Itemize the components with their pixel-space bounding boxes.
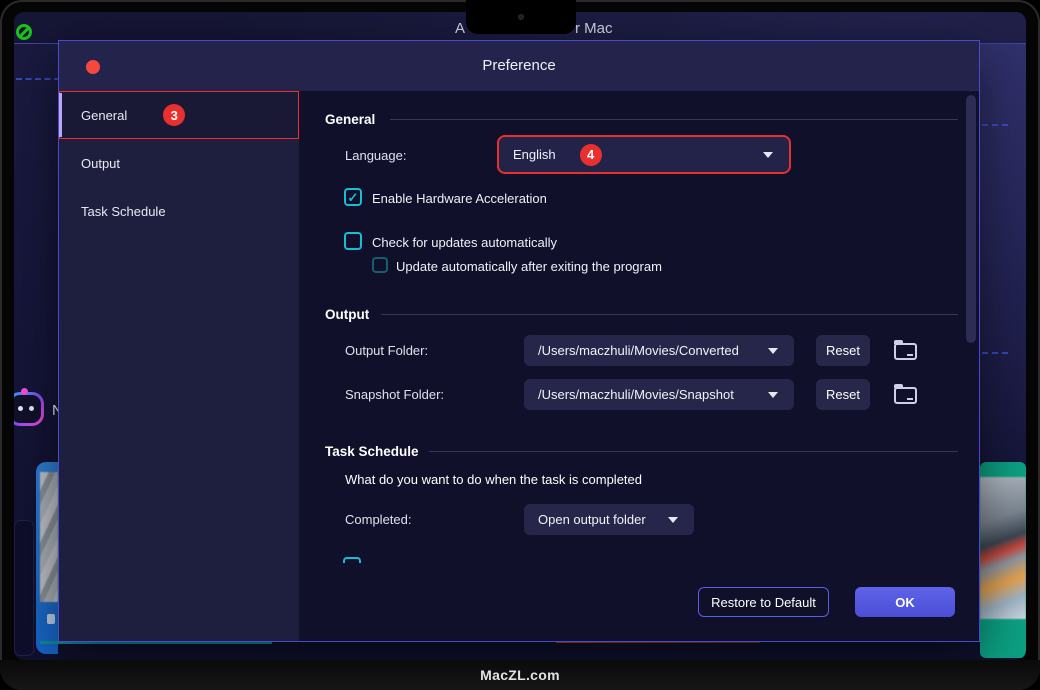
dialog-title: Preference <box>59 41 979 91</box>
app-screen: A r Mac N Preference <box>14 12 1026 660</box>
completed-dropdown[interactable]: Open output folder <box>524 504 694 535</box>
robot-face <box>14 395 41 423</box>
section-title-general: General <box>325 112 375 127</box>
robot-antenna <box>21 388 28 395</box>
app-title-fragment-left: A <box>455 20 465 37</box>
bottom-bezel: MacZL.com <box>0 660 1040 690</box>
output-folder-value: /Users/maczhuli/Movies/Converted <box>538 343 739 358</box>
background-video-card <box>36 462 58 654</box>
hardware-acceleration-checkbox[interactable]: ✓ <box>344 188 362 206</box>
output-folder-browse-button[interactable] <box>893 335 919 366</box>
status-green-icon <box>16 24 32 40</box>
chevron-down-icon <box>768 348 778 354</box>
folder-icon <box>894 387 917 404</box>
background-video-card <box>14 520 34 656</box>
snapshot-folder-reset-button[interactable]: Reset <box>816 379 870 410</box>
snapshot-folder-label: Snapshot Folder: <box>345 387 444 402</box>
sidebar-item-task-schedule[interactable]: Task Schedule <box>59 187 299 235</box>
restore-default-button[interactable]: Restore to Default <box>698 587 829 617</box>
dropzone-dashed-border <box>982 352 1008 354</box>
checkmark-icon: ✓ <box>348 191 359 204</box>
language-label: Language: <box>345 148 406 163</box>
language-dropdown[interactable]: English 4 <box>499 137 789 172</box>
output-folder-reset-button[interactable]: Reset <box>816 335 870 366</box>
video-thumbnail <box>40 472 58 602</box>
macbook-frame: A r Mac N Preference <box>0 0 1040 690</box>
app-title-fragment-right: r Mac <box>575 20 613 37</box>
annotation-badge-4: 4 <box>580 144 602 166</box>
completed-label: Completed: <box>345 512 411 527</box>
snapshot-folder-browse-button[interactable] <box>893 379 919 410</box>
video-thumbnail <box>980 477 1026 619</box>
chevron-down-icon <box>668 517 678 523</box>
watermark-text: MacZL.com <box>480 667 560 683</box>
section-title-task-schedule: Task Schedule <box>325 444 419 459</box>
chevron-down-icon <box>768 392 778 398</box>
video-card-icon <box>47 614 55 624</box>
section-divider <box>390 119 958 120</box>
task-schedule-description: What do you want to do when the task is … <box>345 472 642 487</box>
check-updates-checkbox[interactable] <box>344 232 362 250</box>
section-divider <box>429 451 958 452</box>
section-title-output: Output <box>325 307 369 322</box>
preference-dialog: Preference General 3 Output Task Schedul… <box>58 40 980 642</box>
section-divider <box>381 314 958 315</box>
chevron-down-icon <box>763 152 773 158</box>
scrollbar-thumb[interactable] <box>966 95 976 343</box>
ok-button[interactable]: OK <box>855 587 955 617</box>
sidebar-item-output[interactable]: Output <box>59 139 299 187</box>
output-folder-dropdown[interactable]: /Users/maczhuli/Movies/Converted <box>524 335 794 366</box>
camera-icon <box>518 14 524 20</box>
completed-value: Open output folder <box>538 512 646 527</box>
language-value: English <box>513 147 556 162</box>
dropzone-dashed-border <box>982 124 1008 126</box>
auto-update-label: Update automatically after exiting the p… <box>396 259 662 274</box>
sidebar-item-label: General <box>81 108 127 123</box>
snapshot-folder-value: /Users/maczhuli/Movies/Snapshot <box>538 387 734 402</box>
dialog-header: Preference <box>59 41 979 91</box>
sidebar-item-general[interactable]: General 3 <box>59 91 299 139</box>
camera-notch <box>466 0 576 34</box>
dropzone-dashed-border <box>16 78 60 80</box>
hardware-acceleration-label: Enable Hardware Acceleration <box>372 191 547 206</box>
clipped-checkbox[interactable] <box>343 557 361 563</box>
preference-sidebar: General 3 Output Task Schedule <box>59 91 299 641</box>
output-folder-label: Output Folder: <box>345 343 428 358</box>
sidebar-item-label: Output <box>81 156 120 171</box>
annotation-badge-3: 3 <box>163 104 185 126</box>
check-updates-label: Check for updates automatically <box>372 235 557 250</box>
sidebar-item-label: Task Schedule <box>81 204 166 219</box>
background-video-card <box>980 462 1026 658</box>
auto-update-checkbox[interactable] <box>372 257 388 273</box>
preference-content: General Language: English 4 ✓ Enable Har… <box>299 91 979 641</box>
folder-icon <box>894 343 917 360</box>
snapshot-folder-dropdown[interactable]: /Users/maczhuli/Movies/Snapshot <box>524 379 794 410</box>
assistant-robot-icon <box>14 392 44 426</box>
